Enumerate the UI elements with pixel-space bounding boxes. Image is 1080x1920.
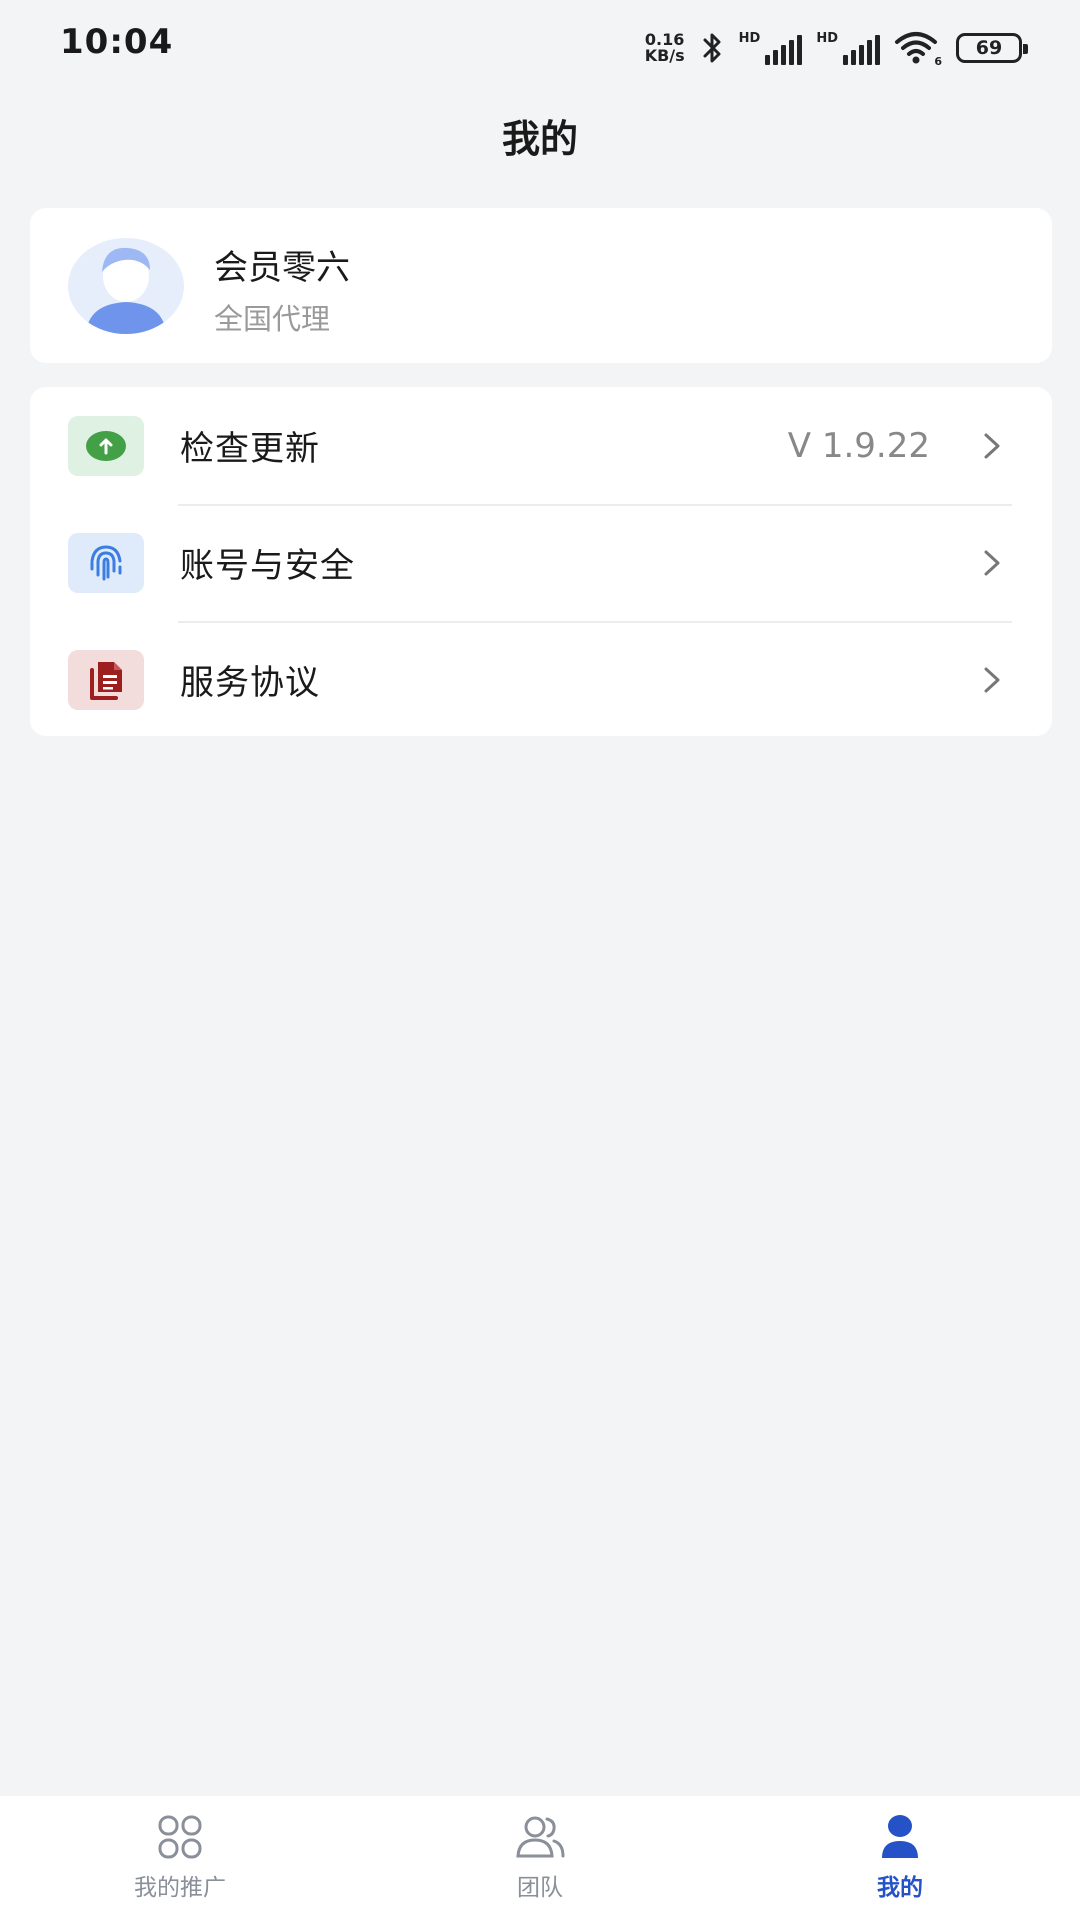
wifi-badge: 6 [934,55,942,68]
network-speed-unit: KB/s [644,46,685,65]
page-title: 我的 [501,117,578,161]
menu-item-account-security[interactable]: 账号与安全 [30,504,1052,621]
tab-label: 团队 [517,1875,563,1901]
grid-apps-icon [158,1815,202,1859]
document-icon [68,649,144,710]
signal-sim2: HD [816,31,880,65]
menu-item-service-agreement[interactable]: 服务协议 [30,621,1052,738]
tab-label: 我的推广 [134,1875,226,1901]
menu-item-check-update[interactable]: 检查更新 V 1.9.22 [30,387,1052,504]
status-bar: 10:04 0.16 KB/s HD HD 6 69 [0,0,1080,96]
user-name: 会员零六 [214,248,350,288]
tab-mine[interactable]: 我的 [720,1796,1080,1920]
tab-label: 我的 [877,1875,923,1901]
team-users-icon [516,1816,565,1858]
sim1-hd-label: HD [738,31,761,46]
user-avatar-icon[interactable] [68,238,184,334]
chevron-right-icon [984,433,1000,458]
wifi-icon: 6 [894,30,942,68]
upload-arrow-icon [68,415,144,476]
tab-my-promotion[interactable]: 我的推广 [0,1796,360,1920]
bluetooth-icon [703,33,721,63]
person-icon [882,1815,918,1858]
settings-menu: 检查更新 V 1.9.22 账号与安全 服务协议 [30,387,1052,736]
app-version: V 1.9.22 [787,425,930,466]
chevron-right-icon [984,550,1000,575]
profile-card[interactable]: 会员零六 全国代理 [30,208,1052,363]
tab-team[interactable]: 团队 [360,1796,720,1920]
status-time: 10:04 [60,22,174,62]
chevron-right-icon [984,667,1000,692]
network-speed: 0.16 KB/s [645,32,685,64]
bottom-tab-bar: 我的推广 团队 我的 [0,1796,1080,1920]
menu-label: 检查更新 [180,429,320,469]
screen: 10:04 0.16 KB/s HD HD 6 69 我的 会员零六 全国代理 … [0,0,1080,1920]
fingerprint-icon [68,532,144,593]
battery-indicator: 69 [956,33,1028,63]
menu-label: 服务协议 [180,663,320,703]
menu-label: 账号与安全 [180,546,355,586]
status-icons: 0.16 KB/s HD HD 6 69 [645,24,1028,72]
signal-sim1: HD [739,31,803,65]
user-role: 全国代理 [214,302,331,336]
battery-level: 69 [975,37,1003,59]
sim2-hd-label: HD [816,31,838,46]
